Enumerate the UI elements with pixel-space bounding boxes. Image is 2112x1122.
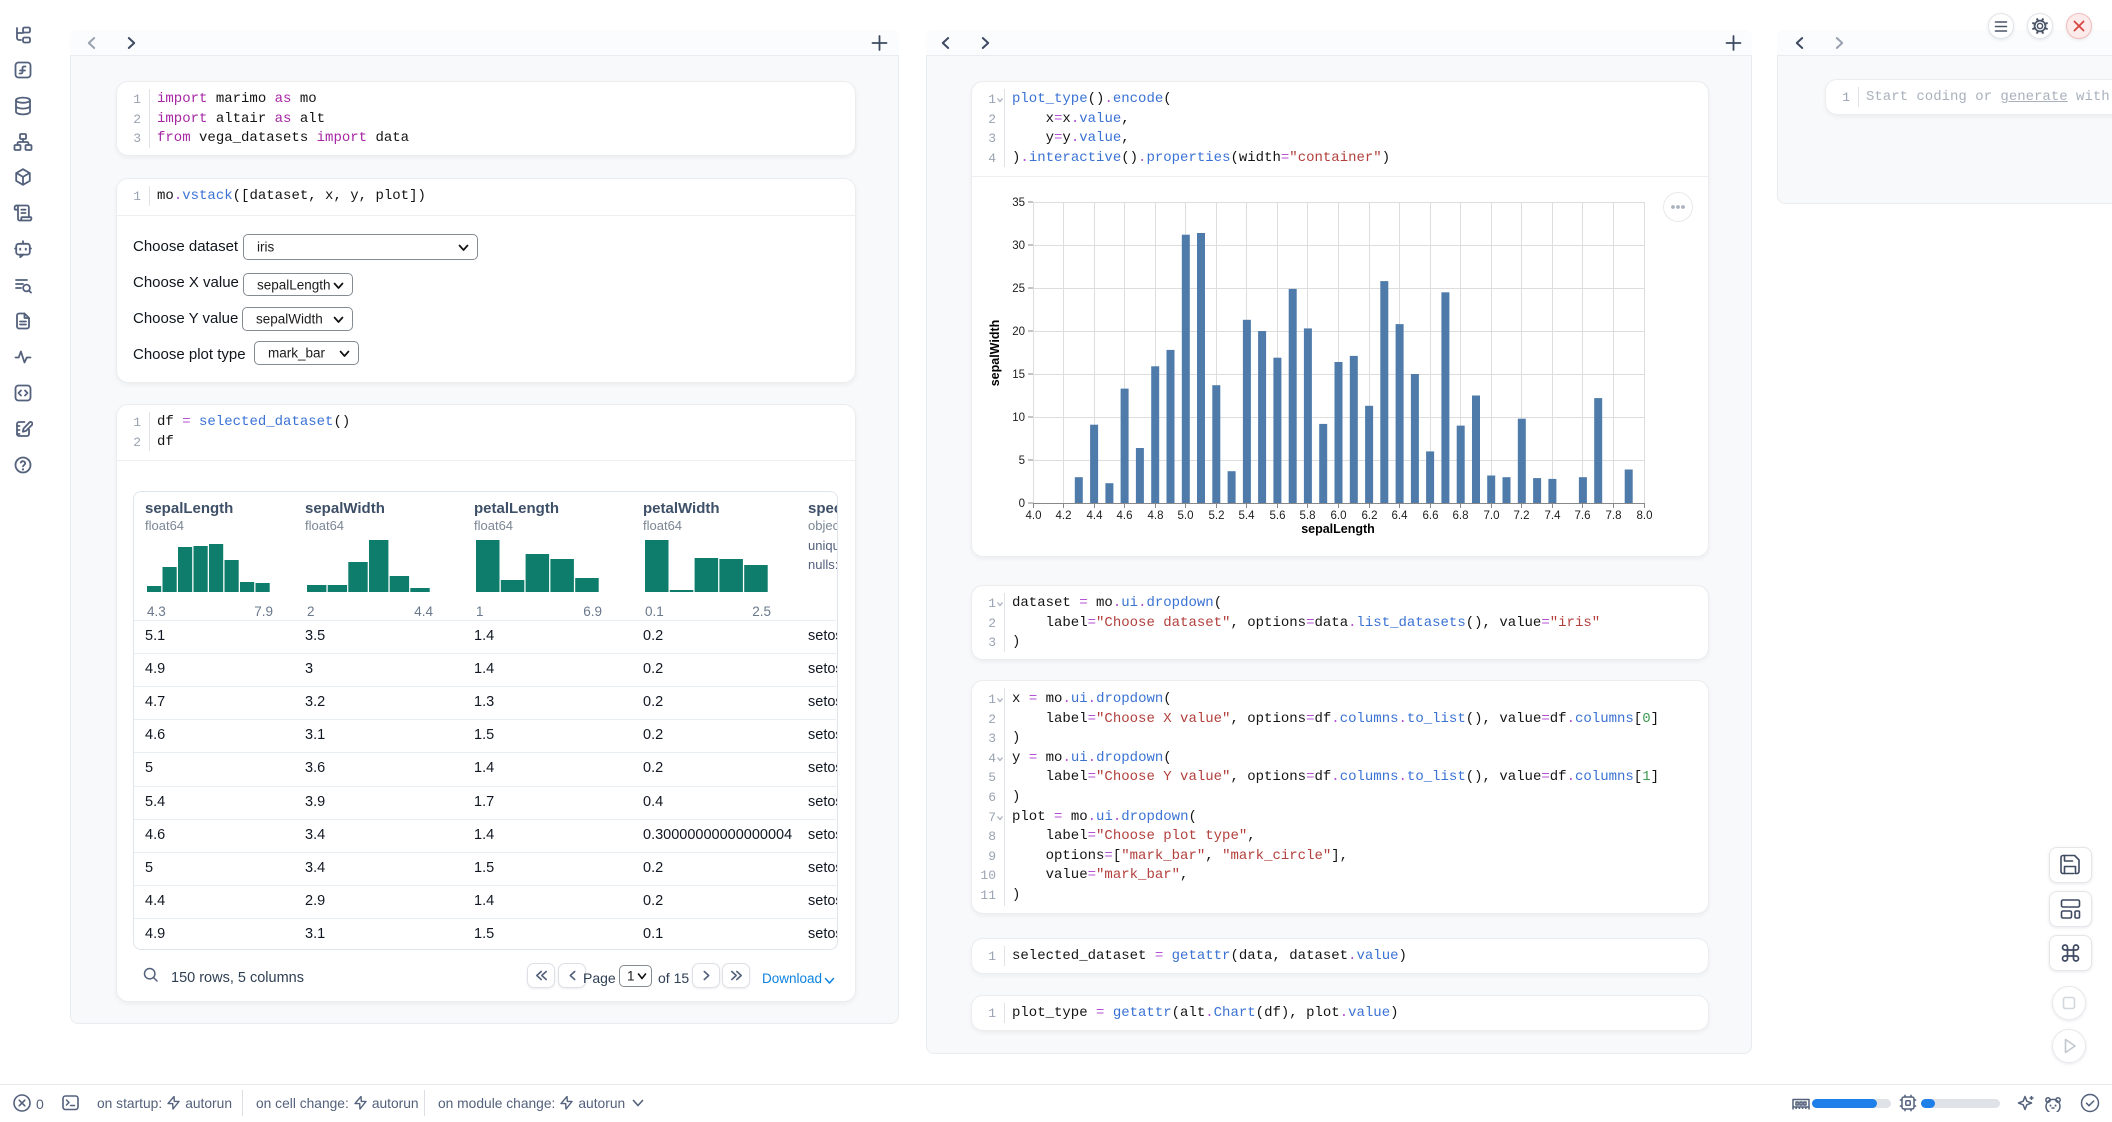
svg-text:7.2: 7.2	[1514, 510, 1530, 522]
svg-text:4.8: 4.8	[1148, 510, 1164, 522]
svg-text:20: 20	[1012, 326, 1025, 338]
svg-text:7.8: 7.8	[1606, 510, 1622, 522]
svg-text:4.6: 4.6	[1117, 510, 1133, 522]
svg-text:8.0: 8.0	[1637, 510, 1653, 522]
svg-text:4.2: 4.2	[1056, 510, 1072, 522]
svg-text:10: 10	[1012, 412, 1025, 424]
svg-text:30: 30	[1012, 240, 1025, 252]
svg-text:5.6: 5.6	[1270, 510, 1286, 522]
svg-text:sepalWidth: sepalWidth	[988, 320, 1002, 387]
svg-text:7.6: 7.6	[1575, 510, 1591, 522]
svg-text:sepalLength: sepalLength	[1301, 522, 1375, 536]
svg-text:7.4: 7.4	[1545, 510, 1562, 522]
svg-text:6.6: 6.6	[1423, 510, 1439, 522]
svg-text:5.4: 5.4	[1239, 510, 1256, 522]
svg-text:5.0: 5.0	[1178, 510, 1194, 522]
svg-text:6.8: 6.8	[1453, 510, 1469, 522]
svg-text:6.0: 6.0	[1331, 510, 1347, 522]
svg-text:25: 25	[1012, 283, 1025, 295]
svg-text:6.4: 6.4	[1392, 510, 1409, 522]
svg-text:7.0: 7.0	[1484, 510, 1500, 522]
svg-text:5.8: 5.8	[1300, 510, 1316, 522]
svg-text:5.2: 5.2	[1209, 510, 1225, 522]
svg-text:35: 35	[1012, 197, 1025, 209]
svg-text:0: 0	[1019, 498, 1025, 510]
svg-text:4.0: 4.0	[1026, 510, 1042, 522]
svg-text:15: 15	[1012, 369, 1025, 381]
svg-text:6.2: 6.2	[1362, 510, 1378, 522]
svg-text:4.4: 4.4	[1087, 510, 1104, 522]
svg-text:5: 5	[1019, 455, 1025, 467]
